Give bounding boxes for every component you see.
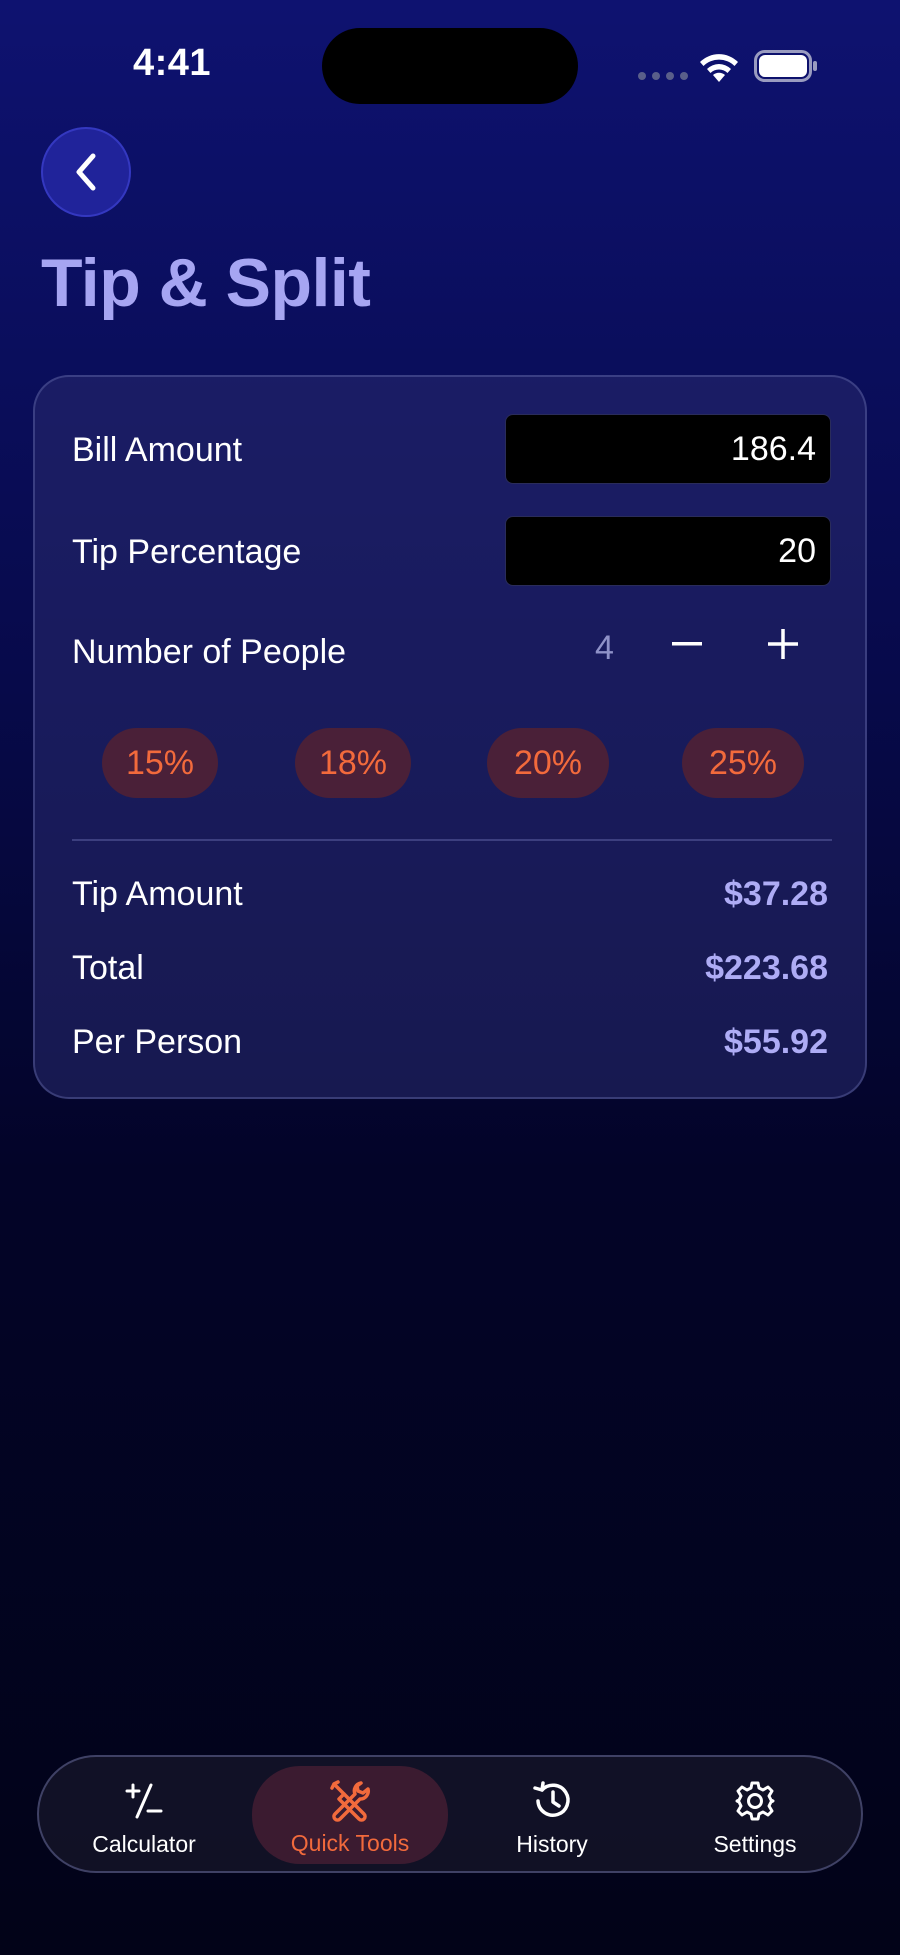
tab-history[interactable]: History <box>487 1757 617 1875</box>
wifi-icon <box>700 54 738 82</box>
bill-amount-input[interactable]: 186.4 <box>505 414 831 484</box>
tab-calculator-label: Calculator <box>92 1831 196 1857</box>
per-person-label: Per Person <box>72 1023 243 1061</box>
total-value: $223.68 <box>705 949 828 987</box>
tip-amount-label: Tip Amount <box>72 875 243 913</box>
gear-icon <box>733 1779 777 1823</box>
chevron-left-icon <box>76 153 96 191</box>
tab-bar: Calculator Quick Tools History Settings <box>37 1755 863 1873</box>
tab-history-label: History <box>516 1831 588 1857</box>
tip-preset-20[interactable]: 20% <box>487 728 609 798</box>
page-title: Tip & Split <box>41 245 371 321</box>
minus-icon <box>672 642 702 646</box>
tip-percentage-label: Tip Percentage <box>72 533 302 571</box>
cellular-signal-icon <box>638 72 688 80</box>
plus-minus-icon <box>124 1779 164 1823</box>
divider <box>72 839 832 841</box>
tab-settings[interactable]: Settings <box>690 1757 820 1875</box>
battery-icon <box>754 50 817 82</box>
bill-amount-label: Bill Amount <box>72 431 243 469</box>
history-icon <box>530 1779 574 1823</box>
total-label: Total <box>72 949 144 987</box>
back-button[interactable] <box>41 127 131 217</box>
tip-preset-25[interactable]: 25% <box>682 728 804 798</box>
status-time: 4:41 <box>133 42 212 84</box>
increment-people-button[interactable] <box>753 609 813 679</box>
tab-quick-tools-label: Quick Tools <box>290 1830 410 1856</box>
status-bar: 4:41 <box>0 0 900 120</box>
tools-icon <box>328 1778 372 1822</box>
decrement-people-button[interactable] <box>657 609 717 679</box>
per-person-value: $55.92 <box>724 1023 828 1061</box>
tab-calculator[interactable]: Calculator <box>79 1757 209 1875</box>
plus-icon <box>768 629 798 659</box>
number-of-people-label: Number of People <box>72 633 347 671</box>
tip-amount-value: $37.28 <box>724 875 828 913</box>
tip-split-card: Bill Amount 186.4 Tip Percentage 20 Numb… <box>33 375 867 1099</box>
tab-quick-tools[interactable]: Quick Tools <box>252 1766 448 1864</box>
tip-preset-15[interactable]: 15% <box>102 728 218 798</box>
tip-preset-18[interactable]: 18% <box>295 728 411 798</box>
tab-settings-label: Settings <box>713 1831 797 1857</box>
dynamic-island <box>322 28 578 104</box>
people-count: 4 <box>595 629 614 667</box>
tip-percentage-input[interactable]: 20 <box>505 516 831 586</box>
